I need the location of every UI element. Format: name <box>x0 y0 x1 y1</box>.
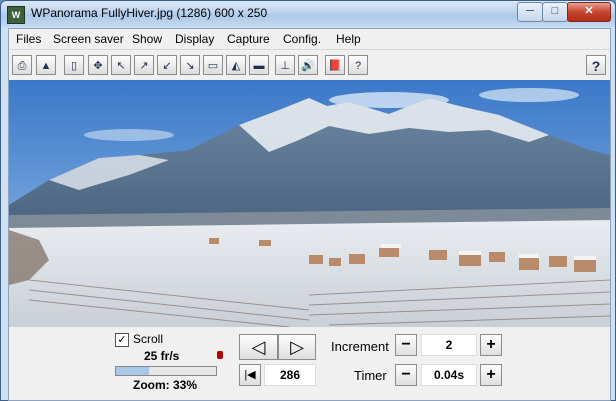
title-bar[interactable]: W WPanorama FullyHiver.jpg (1286) 600 x … <box>1 1 615 27</box>
prev-button[interactable]: ◁ <box>239 334 278 360</box>
help-page-icon[interactable]: ? <box>348 55 368 75</box>
panorama-icon[interactable]: ▭ <box>203 55 223 75</box>
close-button[interactable]: ✕ <box>567 2 611 22</box>
menu-display[interactable]: Display <box>175 32 214 46</box>
panorama-scene <box>9 80 610 327</box>
increment-label: Increment <box>331 339 389 354</box>
frame-icon[interactable]: ▬ <box>249 55 269 75</box>
menu-files[interactable]: Files <box>16 32 41 46</box>
sound-icon[interactable]: 🔊 <box>298 55 318 75</box>
menu-help[interactable]: Help <box>336 32 361 46</box>
next-button[interactable]: ▷ <box>278 334 316 360</box>
landscape-icon[interactable]: ◭ <box>226 55 246 75</box>
arrow-up-right-icon[interactable]: ↗ <box>134 55 154 75</box>
client-area: Files Screen saver Show Display Capture … <box>8 28 611 401</box>
increment-minus-button[interactable]: − <box>395 334 417 356</box>
app-icon: W <box>7 6 25 24</box>
timer-plus-button[interactable]: + <box>480 364 502 386</box>
increment-field[interactable]: 2 <box>421 334 477 356</box>
book-icon[interactable]: 📕 <box>325 55 345 75</box>
menu-screen-saver[interactable]: Screen saver <box>53 32 124 46</box>
timer-minus-button[interactable]: − <box>395 364 417 386</box>
position-field[interactable]: 286 <box>264 364 316 386</box>
arrow-down-left-icon[interactable]: ↙ <box>157 55 177 75</box>
toolbar: ⎙ ▲ ▯ ✥ ↖ ↗ ↙ ↘ ▭ ◭ ▬ ⊥ 🔊 📕 ? ? <box>9 49 610 80</box>
print-icon[interactable]: ⎙ <box>12 55 32 75</box>
menu-config[interactable]: Config. <box>283 32 321 46</box>
timer-field[interactable]: 0.04s <box>421 364 477 386</box>
minimize-button[interactable]: ─ <box>517 2 543 22</box>
zoom-slider[interactable] <box>115 366 217 376</box>
timer-label: Timer <box>354 368 387 383</box>
speed-indicator-icon <box>217 351 223 359</box>
control-panel: ✓ Scroll 25 fr/s Zoom: 33% ◁ ▷ |◀ 286 In… <box>9 327 610 400</box>
menu-capture[interactable]: Capture <box>227 32 270 46</box>
help-button[interactable]: ? <box>586 55 606 75</box>
scroll-label: Scroll <box>133 332 164 346</box>
arrow-down-right-icon[interactable]: ↘ <box>180 55 200 75</box>
zoom-slider-fill <box>116 367 149 375</box>
scroll-checkbox[interactable]: ✓ <box>115 333 129 347</box>
menu-show[interactable]: Show <box>132 32 162 46</box>
move-arrows-icon[interactable]: ✥ <box>88 55 108 75</box>
maximize-button[interactable]: □ <box>542 2 568 22</box>
image-icon[interactable]: ▲ <box>36 55 56 75</box>
zoom-label: Zoom: 33% <box>133 378 198 392</box>
menu-bar: Files Screen saver Show Display Capture … <box>9 29 610 49</box>
position-icon[interactable]: ⊥ <box>275 55 295 75</box>
window-title: WPanorama FullyHiver.jpg (1286) 600 x 25… <box>31 6 268 20</box>
arrow-up-left-icon[interactable]: ↖ <box>111 55 131 75</box>
first-frame-button[interactable]: |◀ <box>239 364 261 386</box>
fps-label: 25 fr/s <box>144 349 180 363</box>
panorama-image <box>9 80 610 327</box>
page-icon[interactable]: ▯ <box>64 55 84 75</box>
increment-plus-button[interactable]: + <box>480 334 502 356</box>
app-window: W WPanorama FullyHiver.jpg (1286) 600 x … <box>0 0 616 401</box>
